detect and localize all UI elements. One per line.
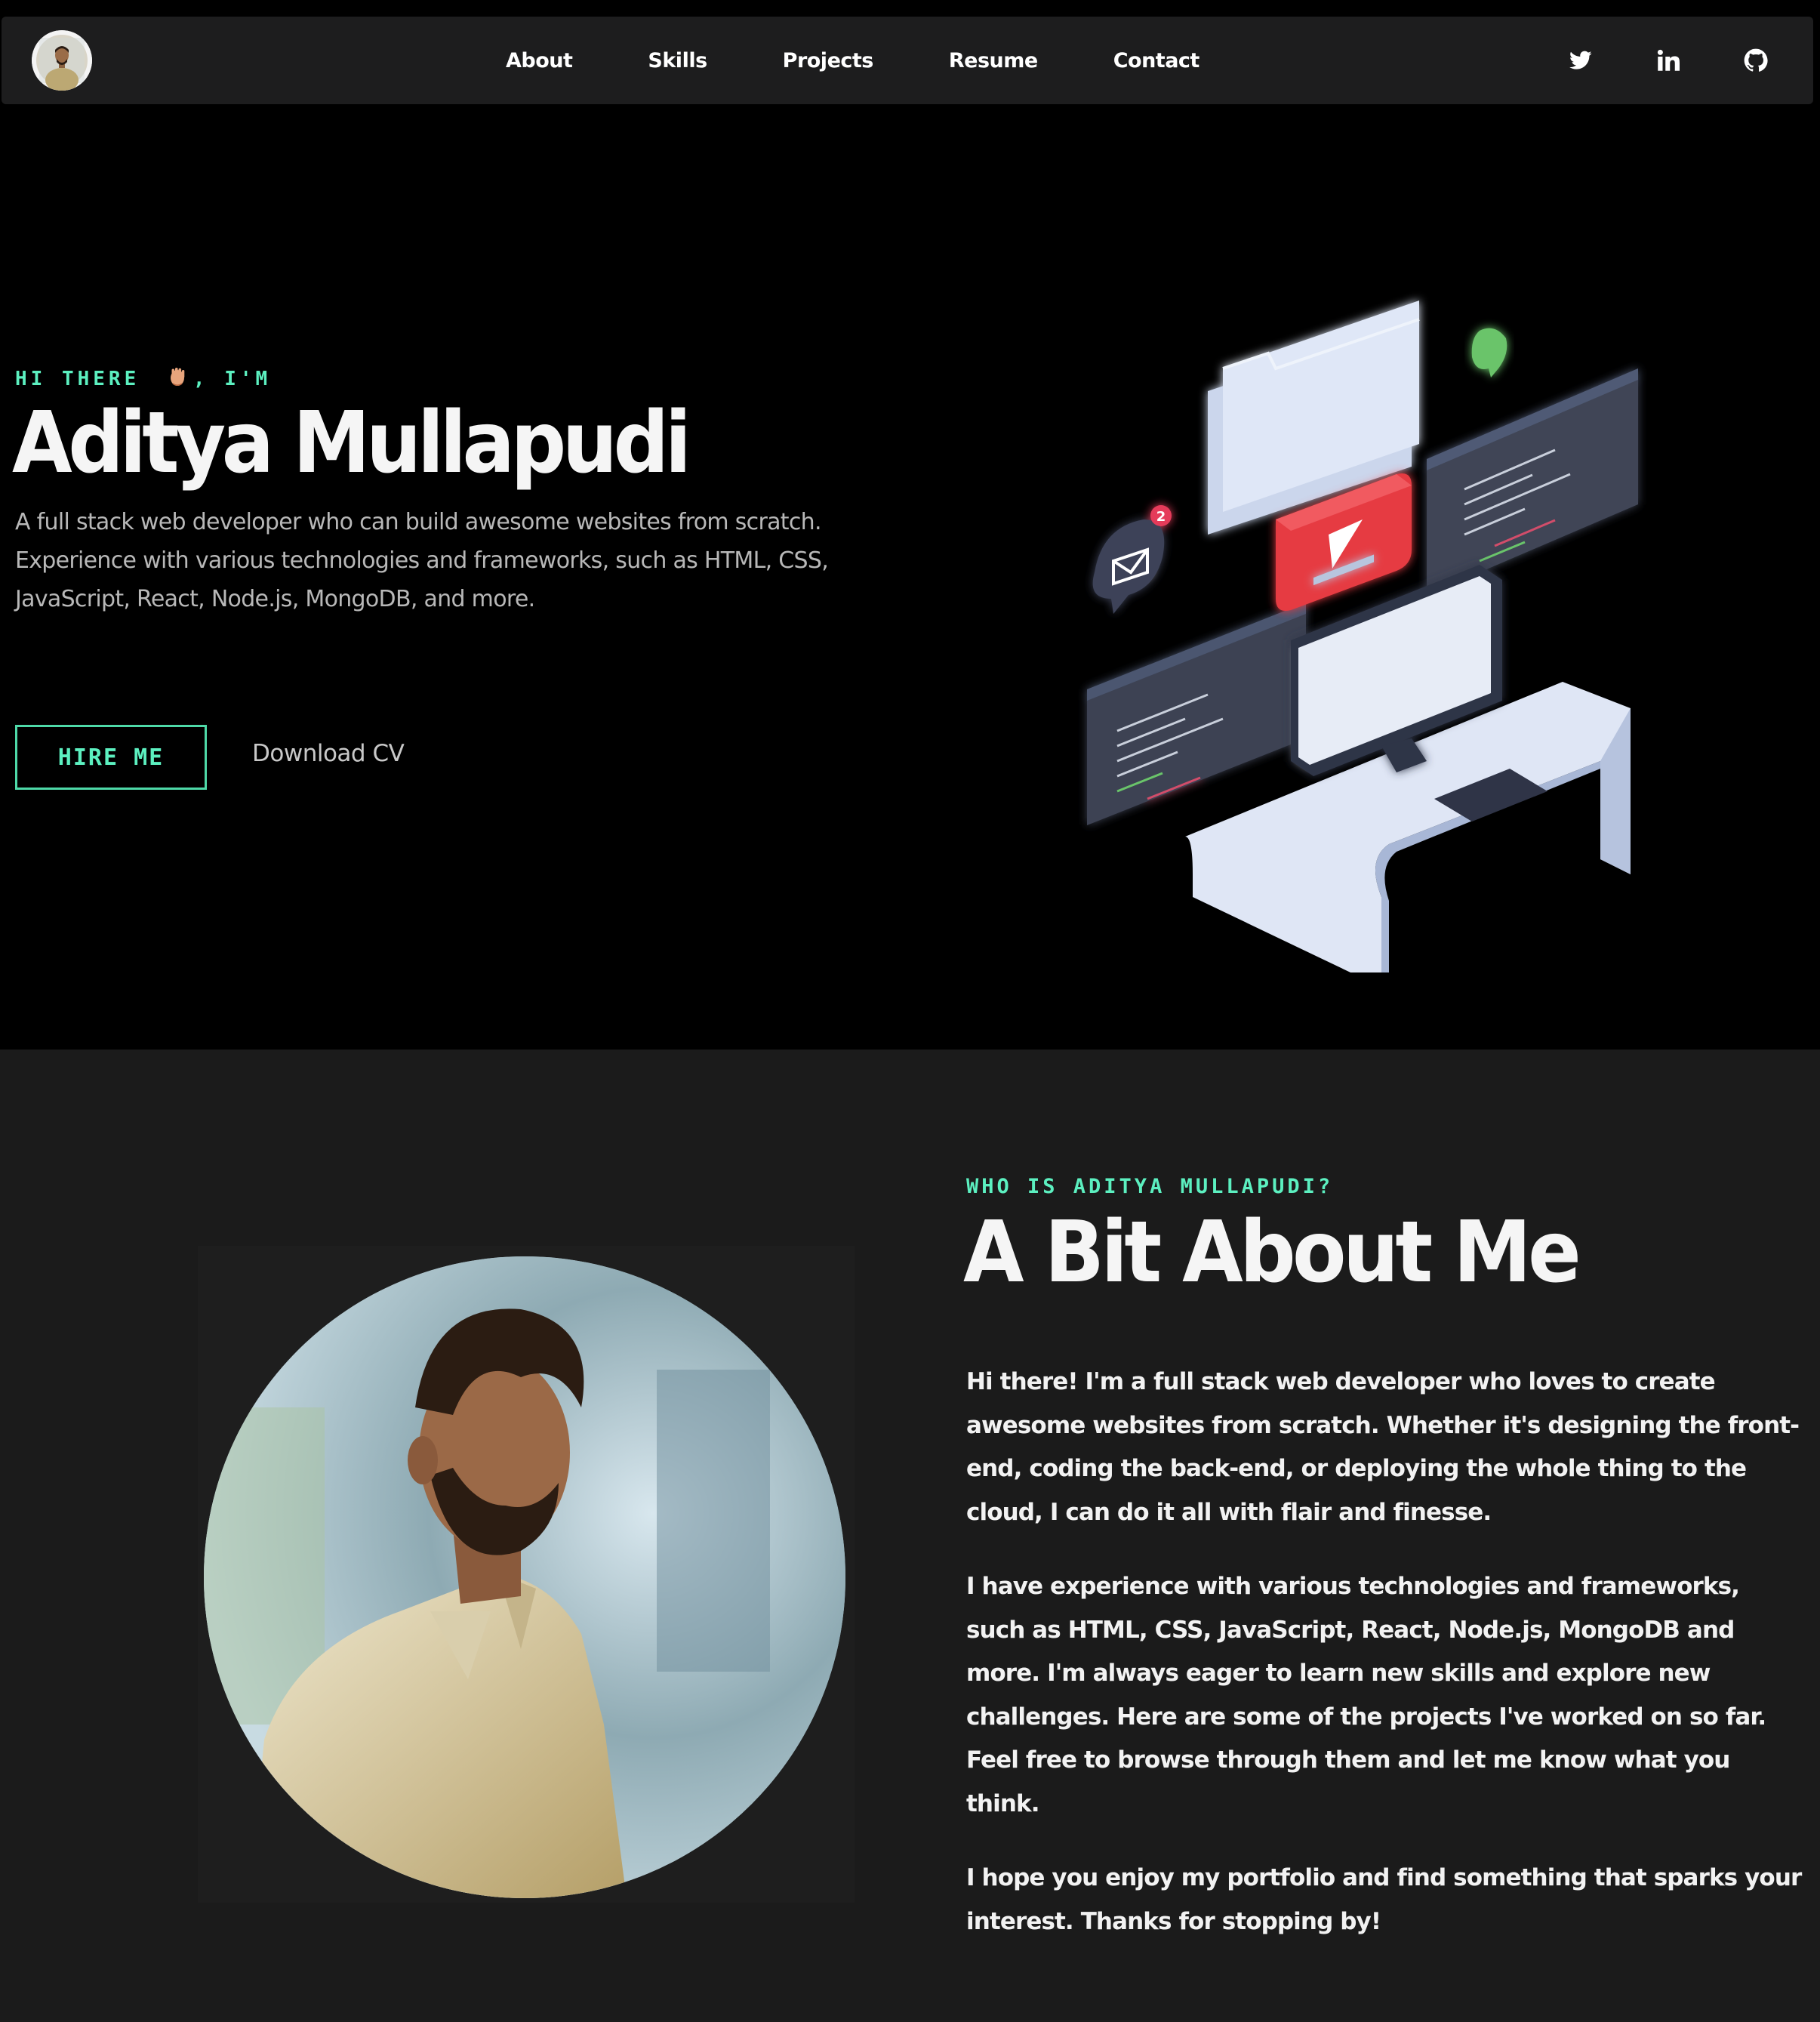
nav-avatar[interactable] (32, 30, 92, 91)
nav-link-about[interactable]: About (506, 49, 573, 72)
developer-workspace-illustration: 2 (1087, 301, 1638, 972)
hero-description: A full stack web developer who can build… (15, 509, 829, 612)
about-section: WHO IS ADITYA MULLAPUDI? A Bit About Me … (0, 1050, 1820, 2022)
portfolio-page: About Skills Projects Resume Contact HI … (0, 0, 1820, 2022)
about-eyebrow: WHO IS ADITYA MULLAPUDI? (966, 1175, 1334, 1198)
linkedin-icon[interactable] (1653, 45, 1683, 76)
navbar: About Skills Projects Resume Contact (2, 17, 1813, 104)
about-body: Hi there! I'm a full stack web developer… (966, 1361, 1804, 1974)
code-panel-left (1087, 603, 1306, 825)
nav-link-resume[interactable]: Resume (949, 49, 1038, 72)
twitter-icon[interactable] (1566, 45, 1596, 76)
avatar-image (32, 30, 92, 91)
chat-bubble-icon (1471, 328, 1507, 378)
profile-photo-image (204, 1256, 845, 1898)
hero-section: HI THERE , I'M Aditya Mullapudi A full s… (0, 104, 1820, 1050)
about-paragraph: I hope you enjoy my portfolio and find s… (966, 1864, 1802, 1935)
hero-eyebrow: HI THERE , I'M (15, 365, 271, 393)
profile-photo (204, 1256, 845, 1898)
nav-link-skills[interactable]: Skills (648, 49, 707, 72)
hero-eyebrow-suffix: , I'M (192, 368, 272, 390)
waving-hand-icon (166, 365, 189, 393)
nav-link-contact[interactable]: Contact (1113, 49, 1200, 72)
about-paragraph: Hi there! I'm a full stack web developer… (966, 1368, 1800, 1526)
code-panel-right (1427, 368, 1638, 595)
about-title: A Bit About Me (963, 1204, 1581, 1302)
download-cv-button[interactable]: Download CV (252, 740, 405, 767)
github-icon[interactable] (1741, 45, 1771, 76)
hero-eyebrow-prefix: HI THERE (15, 368, 140, 390)
hero-name: Aditya Mullapudi (12, 394, 691, 492)
hire-me-button[interactable]: HIRE ME (15, 725, 207, 790)
nav-link-projects[interactable]: Projects (783, 49, 874, 72)
top-strip (0, 0, 1820, 17)
notification-count: 2 (1156, 509, 1166, 525)
nav-links: About Skills Projects Resume Contact (506, 17, 1275, 104)
social-links (1566, 17, 1771, 104)
about-paragraph: I have experience with various technolog… (966, 1573, 1766, 1817)
